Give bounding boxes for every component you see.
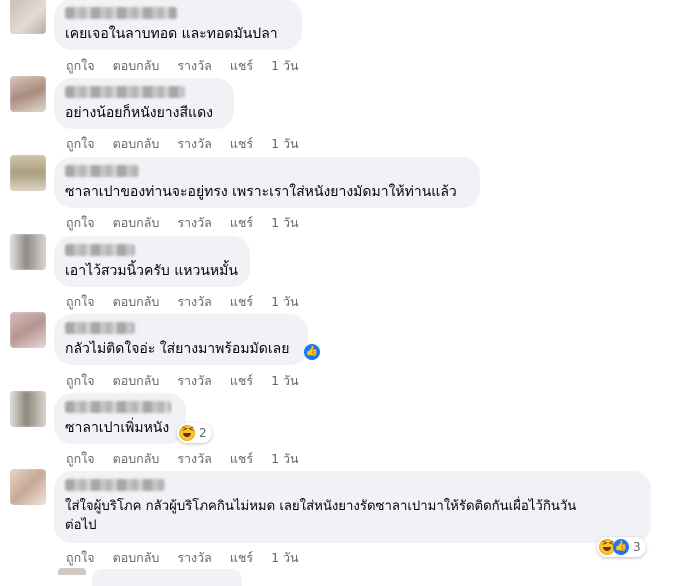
like-link[interactable]: ถูกใจ	[66, 294, 95, 309]
comment-text: เอาไว้สวมนิ้วครับ แหวนหมั้น	[65, 263, 238, 279]
commenter-avatar[interactable]	[10, 0, 46, 34]
commenter-avatar[interactable]	[10, 469, 46, 505]
commenter-avatar[interactable]	[10, 391, 46, 427]
award-link[interactable]: รางวัล	[177, 373, 212, 388]
commenter-name[interactable]	[65, 165, 139, 177]
share-link[interactable]: แชร์	[230, 451, 253, 466]
comment-actions: ถูกใจ ตอบกลับ รางวัล แชร์ 1 วัน	[66, 371, 317, 391]
comment-bubble: เคยเจอในลาบทอด และทอดมันปลา	[54, 0, 302, 50]
comment-timestamp[interactable]: 1 วัน	[271, 451, 299, 466]
comment-bubble: กลัวไม่ติดใจอ่ะ ใส่ยางมาพร้อมมัดเลย	[54, 314, 308, 365]
comment-text: ซาลาเปาเพิ่มหนัง	[65, 420, 170, 436]
comment-bubble: ซาลาเปาเพิ่มหนัง	[54, 393, 186, 444]
like-link[interactable]: ถูกใจ	[66, 215, 95, 230]
share-link[interactable]: แชร์	[230, 58, 253, 73]
comment-actions: ถูกใจ ตอบกลับ รางวัล แชร์ 1 วัน	[66, 292, 317, 312]
commenter-name[interactable]	[65, 244, 135, 256]
comment-actions: ถูกใจ ตอบกลับ รางวัล แชร์ 1 วัน	[66, 548, 317, 568]
reply-link[interactable]: ตอบกลับ	[113, 451, 160, 466]
comment-text-line: ต่อไป	[65, 518, 97, 533]
like-link[interactable]: ถูกใจ	[66, 58, 95, 73]
award-link[interactable]: รางวัล	[177, 215, 212, 230]
reply-link[interactable]: ตอบกลับ	[113, 215, 160, 230]
comment-text: ซาลาเปาของท่านจะอยู่ทรง เพราะเราใส่หนังย…	[65, 184, 457, 200]
comment-text: อย่างน้อยก็หนังยางสีแดง	[65, 105, 213, 121]
reply-link[interactable]: ตอบกลับ	[113, 294, 160, 309]
reaction-count: 2	[199, 426, 207, 440]
reply-link[interactable]: ตอบกลับ	[113, 373, 160, 388]
share-link[interactable]: แชร์	[230, 373, 253, 388]
award-link[interactable]: รางวัล	[177, 136, 212, 151]
comment-timestamp[interactable]: 1 วัน	[271, 294, 299, 309]
commenter-name[interactable]	[65, 7, 177, 19]
comment-timestamp[interactable]: 1 วัน	[271, 58, 299, 73]
comment-bubble: ซาลาเปาของท่านจะอยู่ทรง เพราะเราใส่หนังย…	[54, 157, 480, 208]
comment-timestamp[interactable]: 1 วัน	[271, 136, 299, 151]
haha-icon	[179, 425, 195, 441]
comment-bubble: อย่างน้อยก็หนังยางสีแดง	[54, 78, 234, 129]
like-link[interactable]: ถูกใจ	[66, 451, 95, 466]
reply-link[interactable]: ตอบกลับ	[113, 136, 160, 151]
comment-text: กลัวไม่ติดใจอ่ะ ใส่ยางมาพร้อมมัดเลย	[65, 341, 290, 357]
commenter-name[interactable]	[65, 479, 165, 491]
comment-actions: ถูกใจ ตอบกลับ รางวัล แชร์ 1 วัน	[66, 134, 317, 154]
like-link[interactable]: ถูกใจ	[66, 550, 95, 565]
comment-bubble: เอาไว้สวมนิ้วครับ แหวนหมั้น	[54, 236, 250, 287]
comment-actions: ถูกใจ ตอบกลับ รางวัล แชร์ 1 วัน	[66, 56, 317, 76]
commenter-avatar[interactable]	[10, 312, 46, 348]
comment-timestamp[interactable]: 1 วัน	[271, 215, 299, 230]
share-link[interactable]: แชร์	[230, 294, 253, 309]
commenter-avatar[interactable]	[10, 76, 46, 112]
like-link[interactable]: ถูกใจ	[66, 136, 95, 151]
award-link[interactable]: รางวัล	[177, 294, 212, 309]
comment-text: ใส่ใจผู้บริโภค กลัวผู้บริโภคกินไม่หมด เล…	[65, 497, 639, 535]
comment-bubble: ใส่ใจผู้บริโภค กลัวผู้บริโภคกินไม่หมด เล…	[54, 471, 651, 543]
share-link[interactable]: แชร์	[230, 215, 253, 230]
like-icon: 👍	[304, 344, 320, 360]
comment-feed: เคยเจอในลาบทอด และทอดมันปลา ถูกใจ ตอบกลับ…	[0, 0, 700, 586]
comment-text-line: ใส่ใจผู้บริโภค กลัวผู้บริโภคกินไม่หมด เล…	[65, 499, 577, 514]
comment-timestamp[interactable]: 1 วัน	[271, 550, 299, 565]
reaction-count: 3	[633, 540, 641, 554]
comment-actions: ถูกใจ ตอบกลับ รางวัล แชร์ 1 วัน	[66, 449, 317, 469]
comment-timestamp[interactable]: 1 วัน	[271, 373, 299, 388]
reply-link[interactable]: ตอบกลับ	[113, 58, 160, 73]
award-link[interactable]: รางวัล	[177, 550, 212, 565]
comment-text: เคยเจอในลาบทอด และทอดมันปลา	[65, 26, 278, 42]
commenter-avatar[interactable]	[10, 234, 46, 270]
award-link[interactable]: รางวัล	[177, 451, 212, 466]
share-link[interactable]: แชร์	[230, 136, 253, 151]
reaction-summary[interactable]: 👍 3	[597, 537, 646, 557]
comment-actions: ถูกใจ ตอบกลับ รางวัล แชร์ 1 วัน	[66, 213, 317, 233]
like-link[interactable]: ถูกใจ	[66, 373, 95, 388]
share-link[interactable]: แชร์	[230, 550, 253, 565]
reply-link[interactable]: ตอบกลับ	[113, 550, 160, 565]
commenter-avatar[interactable]	[10, 155, 46, 191]
commenter-name[interactable]	[65, 322, 135, 334]
commenter-avatar[interactable]	[58, 568, 86, 575]
commenter-name[interactable]	[65, 401, 171, 413]
commenter-name[interactable]	[65, 86, 185, 98]
like-icon: 👍	[613, 539, 629, 555]
award-link[interactable]: รางวัล	[177, 58, 212, 73]
comment-bubble	[92, 569, 242, 586]
reaction-summary[interactable]: 2	[177, 423, 212, 443]
